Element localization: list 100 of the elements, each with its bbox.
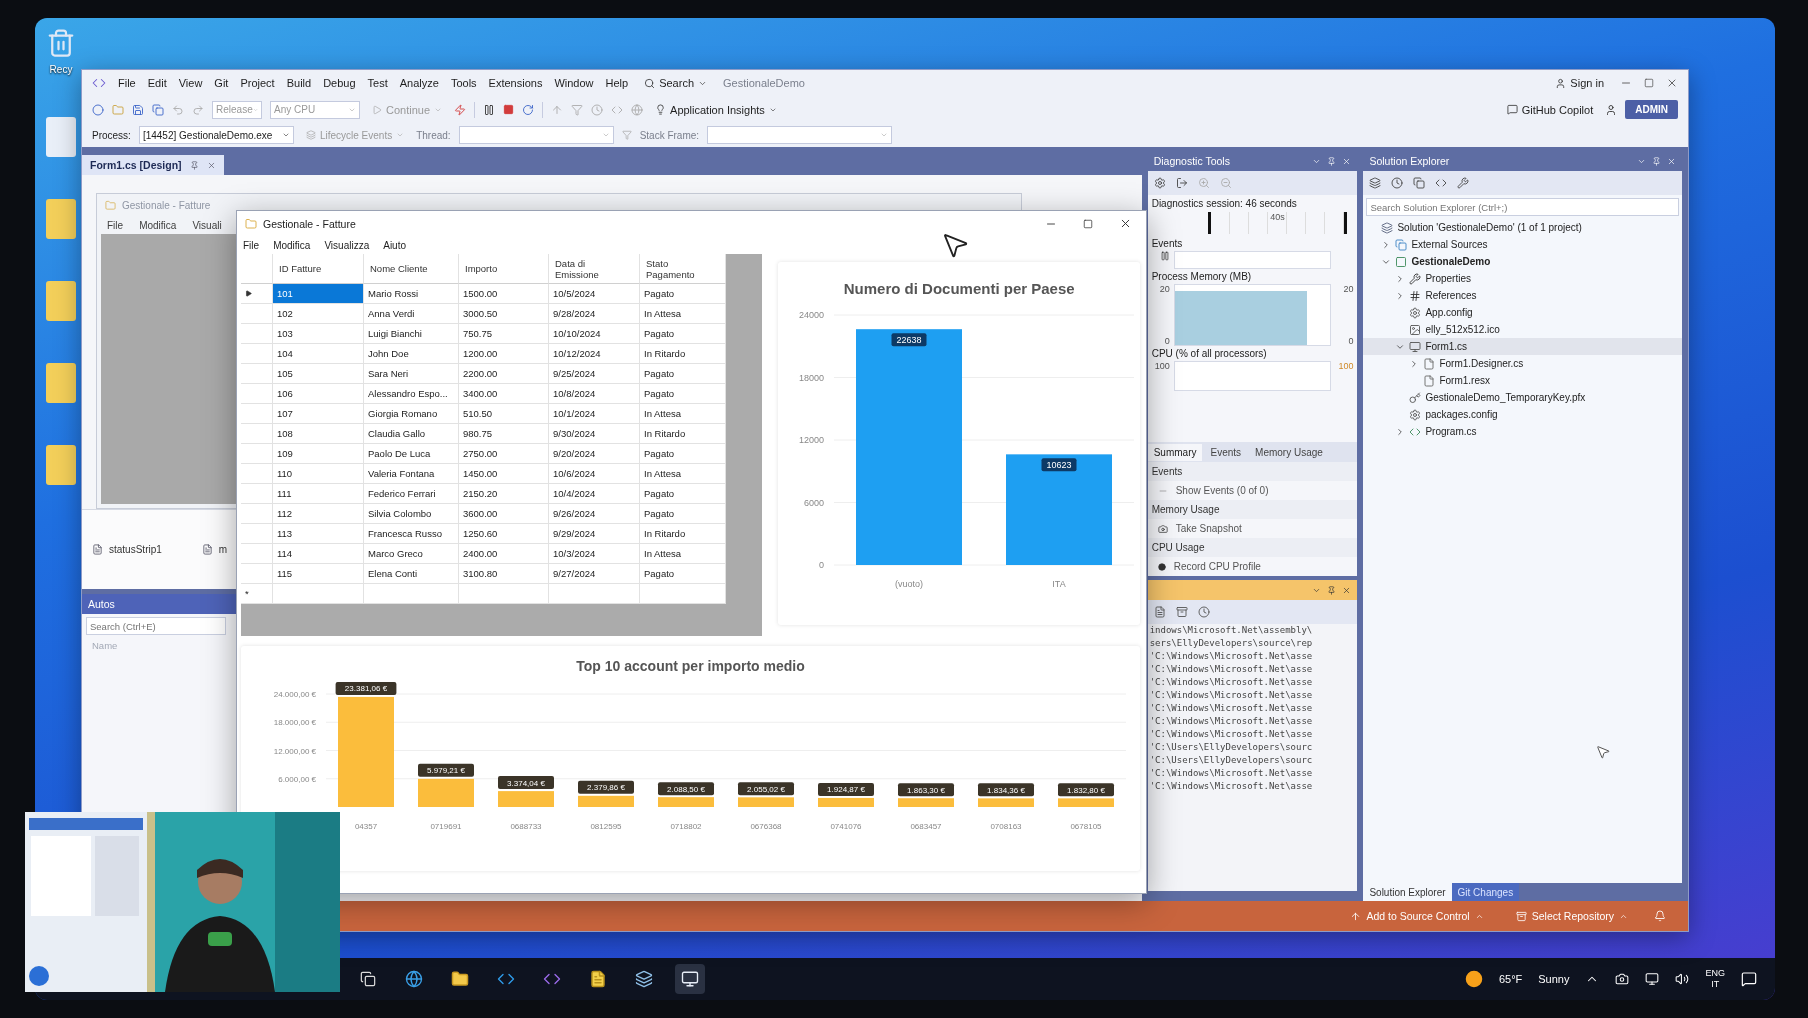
tree-item[interactable]: Form1.cs — [1363, 338, 1682, 355]
table-cell[interactable]: 106 — [273, 384, 364, 404]
table-cell[interactable]: 9/30/2024 — [549, 424, 640, 444]
table-cell[interactable]: Alessandro Espo... — [364, 384, 459, 404]
table-cell[interactable]: 108 — [273, 424, 364, 444]
table-cell[interactable]: 1500.00 — [459, 284, 549, 304]
tree-item[interactable]: GestionaleDemo_TemporaryKey.pfx — [1363, 389, 1682, 406]
search-field[interactable]: Search Solution Explorer (Ctrl+;) — [1366, 198, 1679, 216]
search-button[interactable]: Search — [640, 75, 711, 91]
tree-item[interactable]: packages.config — [1363, 406, 1682, 423]
menu-item[interactable]: Project — [240, 77, 275, 89]
tree-item[interactable]: GestionaleDemo — [1363, 253, 1682, 270]
table-cell[interactable]: Pagato — [640, 564, 726, 584]
table-cell[interactable]: Francesca Russo — [364, 524, 459, 544]
table-cell[interactable]: 10/4/2024 — [549, 484, 640, 504]
table-cell[interactable]: 102 — [273, 304, 364, 324]
table-cell[interactable]: 9/28/2024 — [549, 304, 640, 324]
row-header[interactable]: * — [241, 584, 273, 604]
menu-item[interactable]: File — [118, 77, 136, 89]
table-cell[interactable]: 104 — [273, 344, 364, 364]
table-cell[interactable]: 3000.50 — [459, 304, 549, 324]
table-cell[interactable]: In Attesa — [640, 464, 726, 484]
table-cell[interactable]: 1200.00 — [459, 344, 549, 364]
table-cell[interactable]: 107 — [273, 404, 364, 424]
tree-item[interactable]: Program.cs — [1363, 423, 1682, 440]
table-cell[interactable]: 114 — [273, 544, 364, 564]
table-cell[interactable]: 10/1/2024 — [549, 404, 640, 424]
table-cell[interactable]: 3600.00 — [459, 504, 549, 524]
tree-item[interactable]: elly_512x512.ico — [1363, 321, 1682, 338]
source-control-button[interactable]: Add to Source Control — [1344, 909, 1490, 923]
table-cell[interactable]: Giorgia Romano — [364, 404, 459, 424]
table-cell[interactable]: In Attesa — [640, 544, 726, 564]
table-cell[interactable]: 3100.80 — [459, 564, 549, 584]
table-cell[interactable]: Silvia Colombo — [364, 504, 459, 524]
tree-item[interactable]: External Sources — [1363, 236, 1682, 253]
table-cell[interactable]: 9/25/2024 — [549, 364, 640, 384]
menu-item[interactable]: Git — [214, 77, 229, 89]
table-cell[interactable]: 9/20/2024 — [549, 444, 640, 464]
table-cell[interactable]: 101 — [273, 284, 364, 304]
table-cell[interactable]: 9/27/2024 — [549, 564, 640, 584]
tab[interactable]: Solution Explorer — [1363, 883, 1452, 901]
tree-item[interactable]: References — [1363, 287, 1682, 304]
table-cell[interactable]: 2200.00 — [459, 364, 549, 384]
table-cell[interactable]: Pagato — [640, 484, 726, 504]
table-cell[interactable]: 10/3/2024 — [549, 544, 640, 564]
tree-item[interactable]: Properties — [1363, 270, 1682, 287]
table-cell[interactable]: Luigi Bianchi — [364, 324, 459, 344]
menu-item[interactable]: View — [178, 77, 203, 89]
table-cell[interactable]: Marco Greco — [364, 544, 459, 564]
tab[interactable]: Memory Usage — [1249, 443, 1329, 461]
table-cell[interactable]: Anna Verdi — [364, 304, 459, 324]
table-cell[interactable]: 9/26/2024 — [549, 504, 640, 524]
document-tab[interactable]: Form1.cs [Design] — [82, 155, 224, 175]
table-cell[interactable]: 10/10/2024 — [549, 324, 640, 344]
tree-item[interactable]: App.config — [1363, 304, 1682, 321]
copilot-button[interactable]: GitHub Copilot — [1502, 101, 1598, 118]
table-cell[interactable]: 10/12/2024 — [549, 344, 640, 364]
table-cell[interactable]: Valeria Fontana — [364, 464, 459, 484]
table-cell[interactable]: Federico Ferrari — [364, 484, 459, 504]
table-cell[interactable]: Pagato — [640, 504, 726, 524]
table-cell[interactable]: 10/5/2024 — [549, 284, 640, 304]
table-cell[interactable]: In Attesa — [640, 404, 726, 424]
table-cell[interactable]: 111 — [273, 484, 364, 504]
table-cell[interactable]: Elena Conti — [364, 564, 459, 584]
menu-item[interactable]: Extensions — [488, 77, 543, 89]
table-cell[interactable]: 2750.00 — [459, 444, 549, 464]
menu-item[interactable]: Analyze — [399, 77, 439, 89]
action-link[interactable]: Show Events (0 of 0) — [1147, 481, 1358, 500]
menu-item[interactable]: Edit — [147, 77, 167, 89]
menu-item[interactable]: Aiuto — [383, 239, 406, 251]
table-cell[interactable]: 113 — [273, 524, 364, 544]
table-cell[interactable]: Mario Rossi — [364, 284, 459, 304]
table-cell[interactable]: Pagato — [640, 364, 726, 384]
menu-item[interactable]: Build — [286, 77, 312, 89]
table-cell[interactable]: 3400.00 — [459, 384, 549, 404]
table-cell[interactable]: 10/6/2024 — [549, 464, 640, 484]
table-cell[interactable]: Claudia Gallo — [364, 424, 459, 444]
menu-item[interactable]: File — [243, 239, 260, 251]
menu-item[interactable]: Visualizza — [324, 239, 370, 251]
tree-item[interactable]: Solution 'GestionaleDemo' (1 of 1 project) — [1363, 219, 1682, 236]
table-cell[interactable]: In Attesa — [640, 304, 726, 324]
table-cell[interactable]: In Ritardo — [640, 524, 726, 544]
menu-item[interactable]: Help — [605, 77, 629, 89]
tab[interactable]: Summary — [1147, 443, 1203, 461]
table-cell[interactable]: 510.50 — [459, 404, 549, 424]
tab[interactable]: Events — [1204, 443, 1248, 461]
action-link[interactable]: Record CPU Profile — [1147, 557, 1358, 576]
table-cell[interactable]: Pagato — [640, 444, 726, 464]
table-cell[interactable]: Paolo De Luca — [364, 444, 459, 464]
table-cell[interactable]: In Ritardo — [640, 424, 726, 444]
tree-item[interactable]: Form1.Designer.cs — [1363, 355, 1682, 372]
menu-item[interactable]: Window — [554, 77, 594, 89]
table-cell[interactable]: Sara Neri — [364, 364, 459, 384]
component-tray-item[interactable]: statusStrip1 — [92, 544, 162, 555]
table-cell[interactable]: 105 — [273, 364, 364, 384]
table-cell[interactable]: 103 — [273, 324, 364, 344]
table-cell[interactable]: Pagato — [640, 384, 726, 404]
menu-item[interactable]: Modifica — [273, 239, 311, 251]
menu-item[interactable]: Test — [367, 77, 388, 89]
table-cell[interactable]: 750.75 — [459, 324, 549, 344]
